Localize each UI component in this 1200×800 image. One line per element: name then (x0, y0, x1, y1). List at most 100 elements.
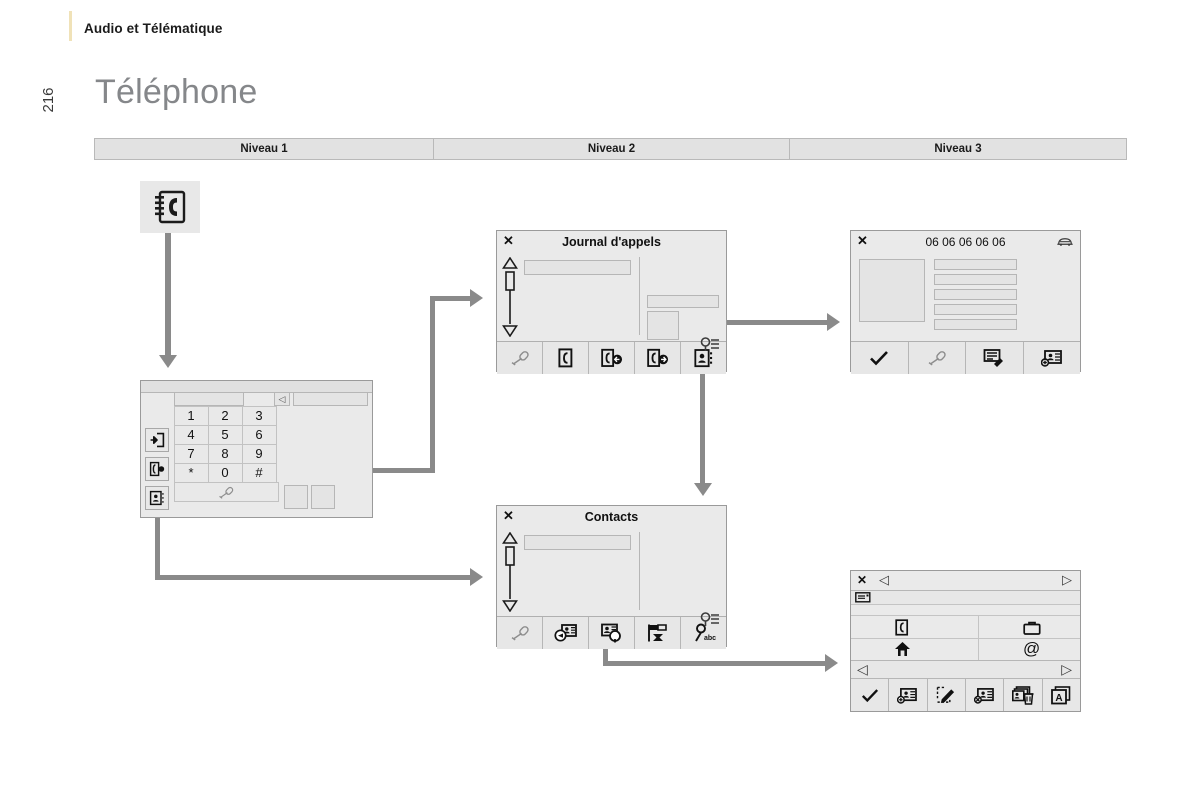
connector-keypad-to-contacts-arrow (470, 568, 483, 586)
delete-contact-icon (974, 687, 994, 704)
keypad-key-5[interactable]: 5 (207, 424, 243, 445)
contacts-scrollbar[interactable] (502, 532, 518, 612)
close-icon[interactable]: ✕ (503, 234, 514, 248)
call-detail-edit-number-button[interactable] (966, 342, 1024, 374)
keypad-side-calllog-button[interactable] (145, 457, 169, 481)
call-detail-row[interactable] (934, 289, 1017, 300)
keypad-call-button[interactable] (174, 482, 279, 502)
keypad-backspace-label: ◁ (278, 393, 286, 404)
contacts-search-button[interactable] (589, 617, 635, 649)
call-detail-toolbar[interactable] (851, 341, 1080, 374)
nav-next-arrow-icon[interactable]: ▷ (1061, 661, 1072, 678)
call-log-icon (149, 461, 165, 477)
call-log-received-button[interactable] (589, 342, 635, 374)
keypad-row: 1 2 3 (173, 405, 279, 426)
contact-detail-field-work[interactable] (1023, 621, 1041, 635)
keypad-extra-button-2[interactable] (311, 485, 335, 509)
car-icon (1057, 238, 1073, 246)
keypad-key-2[interactable]: 2 (207, 405, 243, 426)
keypad-key-4[interactable]: 4 (173, 424, 209, 445)
contacts-sort-button[interactable] (635, 617, 681, 649)
keypad-key-hash[interactable]: # (241, 462, 277, 483)
prev-arrow-icon[interactable]: ◁ (879, 572, 889, 588)
keypad-key-8[interactable]: 8 (207, 443, 243, 464)
call-log-options-button[interactable] (700, 336, 720, 354)
scrollbar-icon (502, 532, 518, 612)
contact-detail-field-grid[interactable]: @ (851, 616, 1080, 660)
contact-detail-grid-divider-v (978, 616, 979, 660)
contacts-screen[interactable]: ✕ Contacts abc (496, 505, 727, 649)
contact-detail-field-home[interactable] (894, 641, 911, 657)
call-log-title: Journal d'appels (562, 235, 661, 249)
call-log-list-item[interactable] (524, 260, 631, 275)
contact-detail-add-button[interactable] (889, 679, 928, 711)
keypad-key-0[interactable]: 0 (207, 462, 243, 483)
contacts-toolbar[interactable]: abc (497, 616, 726, 649)
contacts-dial-button[interactable] (497, 617, 543, 649)
call-detail-row[interactable] (934, 274, 1017, 285)
call-log-missed-button[interactable] (543, 342, 589, 374)
next-arrow-icon[interactable]: ▷ (1062, 572, 1072, 588)
call-detail-dial-button[interactable] (908, 342, 966, 374)
contact-detail-toolbar[interactable]: A (851, 679, 1080, 711)
keypad-key-6[interactable]: 6 (241, 424, 277, 445)
contact-detail-screen[interactable]: ✕ ◁ ▷ @ ◁ ▷ A (850, 570, 1081, 712)
contact-detail-nav-top[interactable]: ✕ ◁ ▷ (851, 571, 1080, 591)
alpha-search-sublabel: abc (704, 635, 716, 642)
contacts-body (497, 528, 726, 626)
keypad-grid[interactable]: 1 2 3 4 5 6 7 8 9 * 0 # (173, 405, 279, 502)
levels-table: Niveau 1 Niveau 2 Niveau 3 (94, 138, 1128, 160)
contacts-list-item[interactable] (524, 535, 631, 550)
keypad-key-3[interactable]: 3 (241, 405, 277, 426)
keypad-extra-button-1[interactable] (284, 485, 308, 509)
keypad-side-contacts-button[interactable] (145, 486, 169, 510)
call-missed-icon (558, 348, 573, 368)
keypad-side-exit-button[interactable] (145, 428, 169, 452)
contacts-send-button[interactable] (543, 617, 589, 649)
search-contact-icon (600, 623, 621, 643)
call-log-scrollbar[interactable] (502, 257, 518, 337)
call-log-title-bar: ✕ Journal d'appels (497, 231, 726, 253)
keypad-row: * 0 # (173, 462, 279, 483)
call-detail-screen[interactable]: ✕ 06 06 06 06 06 (850, 230, 1081, 374)
contact-detail-delete-button[interactable] (965, 679, 1005, 711)
section-title: Audio et Télématique (84, 21, 223, 36)
close-icon[interactable]: ✕ (857, 234, 868, 248)
call-detail-row[interactable] (934, 259, 1017, 270)
contact-detail-delete-all-button[interactable] (1004, 679, 1043, 711)
contact-detail-field-email[interactable]: @ (1023, 640, 1040, 657)
keypad-backspace-button[interactable]: ◁ (274, 392, 290, 406)
contact-detail-alpha-list-button[interactable]: A (1042, 679, 1080, 711)
nav-prev-arrow-icon[interactable]: ◁ (857, 661, 868, 678)
connector-calllog-to-contacts-arrow (694, 483, 712, 496)
keypad-row: 7 8 9 (173, 443, 279, 464)
contact-detail-validate-button[interactable] (851, 679, 890, 711)
keypad-display-right (293, 392, 368, 406)
close-icon[interactable]: ✕ (503, 509, 514, 523)
connector-icon-to-keypad-arrow (159, 355, 177, 368)
keypad-key-9[interactable]: 9 (241, 443, 277, 464)
call-detail-row[interactable] (934, 304, 1017, 315)
home-house-icon (895, 642, 910, 656)
add-contact-icon (897, 687, 918, 704)
contacts-options-button[interactable] (700, 611, 720, 629)
page-number-text: 216 (40, 87, 57, 113)
call-detail-validate-button[interactable] (851, 342, 909, 374)
phonebook-app-icon[interactable] (140, 181, 200, 233)
dial-keypad-screen[interactable]: ◁ 1 2 3 4 5 6 7 8 9 * 0 # (140, 380, 373, 518)
handset-icon (219, 486, 234, 499)
call-log-dialled-button[interactable] (635, 342, 681, 374)
call-log-toolbar[interactable] (497, 341, 726, 374)
call-detail-add-contact-button[interactable] (1023, 342, 1080, 374)
call-log-dial-button[interactable] (497, 342, 543, 374)
keypad-key-star[interactable]: * (173, 462, 209, 483)
contact-detail-nav-bottom[interactable]: ◁ ▷ (851, 660, 1080, 679)
contact-detail-edit-button[interactable] (927, 679, 966, 711)
connector-contacts-to-detail-h (603, 661, 825, 666)
close-icon[interactable]: ✕ (857, 573, 867, 587)
contact-detail-field-mobile[interactable] (895, 619, 909, 636)
keypad-key-7[interactable]: 7 (173, 443, 209, 464)
call-detail-row[interactable] (934, 319, 1017, 330)
keypad-key-1[interactable]: 1 (173, 405, 209, 426)
call-log-screen[interactable]: ✕ Journal d'appels (496, 230, 727, 374)
